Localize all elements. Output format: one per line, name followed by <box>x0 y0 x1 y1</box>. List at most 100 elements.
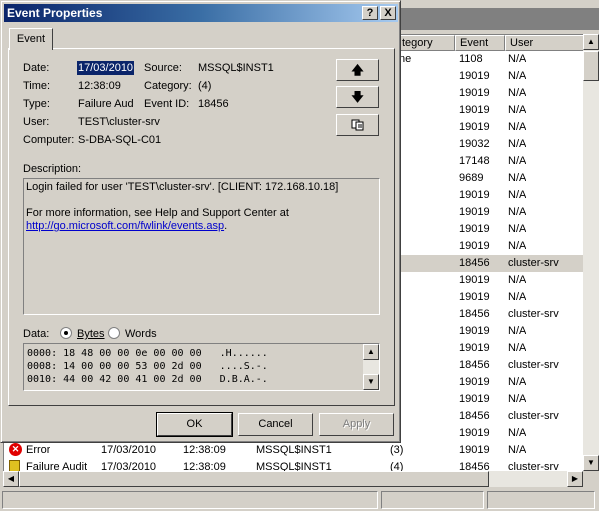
cell-user: N/A <box>508 376 527 388</box>
cell-user: N/A <box>508 53 527 65</box>
cell-event: 19019 <box>459 223 490 235</box>
cell-user: cluster-srv <box>508 359 559 371</box>
hex-scroll-down-icon[interactable]: ▼ <box>363 374 379 390</box>
source-value: MSSQL$INST1 <box>198 62 274 74</box>
event-list-horizontal-scrollbar[interactable]: ◀ ▶ <box>3 471 583 487</box>
cell-event: 19019 <box>459 206 490 218</box>
cell-user: N/A <box>508 342 527 354</box>
cell-time: 12:38:09 <box>183 461 226 471</box>
dialog-titlebar[interactable]: Event Properties ? X <box>4 4 398 22</box>
cell-user: N/A <box>508 104 527 116</box>
previous-event-button[interactable]: 🡅 <box>336 59 379 81</box>
event-list-vertical-scrollbar[interactable]: ▲ ▼ <box>583 34 599 471</box>
type-value: Failure Aud <box>78 98 134 110</box>
cell-user: N/A <box>508 206 527 218</box>
cell-category: (4) <box>390 461 404 471</box>
apply-button[interactable]: Apply <box>319 413 394 436</box>
date-value[interactable]: 17/03/2010 <box>77 61 135 75</box>
words-radio-label[interactable]: Words <box>125 327 157 341</box>
column-header-event[interactable]: Event <box>455 35 505 51</box>
hex-scrollbar[interactable]: ▲ ▼ <box>363 344 379 390</box>
user-label: User: <box>23 116 50 128</box>
cell-user: cluster-srv <box>508 308 559 320</box>
help-icon: ? <box>366 7 374 19</box>
link-suffix: . <box>224 220 228 232</box>
cell-user: N/A <box>508 240 527 252</box>
dialog-title: Event Properties <box>7 6 103 20</box>
hex-scroll-up-icon[interactable]: ▲ <box>363 344 379 360</box>
date-label: Date: <box>23 62 50 74</box>
cell-event: 19019 <box>459 70 490 82</box>
cell-user: N/A <box>508 444 527 456</box>
cell-event: 19019 <box>459 104 490 116</box>
cell-event: 19019 <box>459 87 490 99</box>
source-label: Source: <box>144 62 182 74</box>
data-label: Data: <box>23 328 50 340</box>
cell-event: 19019 <box>459 274 490 286</box>
bytes-radio[interactable] <box>60 327 72 339</box>
table-row[interactable]: Failure Audit 17/03/2010 12:38:09 MSSQL$INS… <box>4 459 583 471</box>
scroll-left-arrow-icon[interactable]: ◀ <box>3 471 19 487</box>
hex-line: 0000: 18 48 00 00 0e 00 00 00 .H...... <box>27 348 268 359</box>
horizontal-scroll-thumb[interactable] <box>19 471 489 487</box>
cell-user: N/A <box>508 70 527 82</box>
cell-type: Failure Audit <box>26 461 88 471</box>
vertical-scroll-thumb[interactable] <box>583 51 599 81</box>
tab-event[interactable]: Event <box>9 28 53 50</box>
cell-event: 18456 <box>459 461 490 471</box>
status-pane-main <box>2 491 378 509</box>
cell-user: N/A <box>508 87 527 99</box>
category-value: (4) <box>198 80 212 92</box>
scroll-right-arrow-icon[interactable]: ▶ <box>567 471 583 487</box>
cancel-button[interactable]: Cancel <box>238 413 313 436</box>
cell-event: 19019 <box>459 376 490 388</box>
category-label: Category: <box>144 80 192 92</box>
close-button[interactable]: X <box>380 6 396 20</box>
status-bar <box>0 489 599 511</box>
cell-user: N/A <box>508 138 527 150</box>
help-link[interactable]: http://go.microsoft.com/fwlink/events.as… <box>26 220 224 232</box>
cell-user: N/A <box>508 189 527 201</box>
data-hex-box[interactable]: 0000: 18 48 00 00 0e 00 00 00 .H...... 0… <box>23 343 380 391</box>
description-line-1: Login failed for user 'TEST\cluster-srv'… <box>26 181 339 193</box>
status-pane-3 <box>487 491 595 509</box>
cell-event: 19019 <box>459 325 490 337</box>
cell-user: N/A <box>508 172 527 184</box>
description-textbox[interactable]: Login failed for user 'TEST\cluster-srv'… <box>23 178 380 315</box>
lock-icon <box>9 460 20 471</box>
words-radio[interactable] <box>108 327 120 339</box>
cell-type: Error <box>26 444 51 456</box>
help-button[interactable]: ? <box>362 6 378 20</box>
cell-event: 19019 <box>459 444 490 456</box>
column-header-user[interactable]: User <box>505 35 583 51</box>
table-row[interactable]: ✕ Error 17/03/2010 12:38:09 MSSQL$INST1 (3) 19… <box>4 442 583 459</box>
cell-event: 19019 <box>459 121 490 133</box>
copy-button[interactable] <box>336 114 379 136</box>
column-header-category[interactable]: tegory <box>397 35 455 51</box>
cell-date: 17/03/2010 <box>101 461 157 471</box>
cell-user: cluster-srv <box>508 461 559 471</box>
cell-event: 18456 <box>459 257 490 269</box>
description-label: Description: <box>23 163 82 175</box>
cell-time: 12:38:09 <box>183 444 226 456</box>
cell-event: 19019 <box>459 393 490 405</box>
scroll-up-arrow-icon[interactable]: ▲ <box>583 34 599 50</box>
cell-user: cluster-srv <box>508 257 559 269</box>
bytes-radio-label[interactable]: Bytes <box>77 327 105 341</box>
user-value: TEST\cluster-srv <box>78 116 160 128</box>
cell-event: 17148 <box>459 155 490 167</box>
event-properties-dialog: Event Properties ? X Event Date: 17/03/2… <box>0 0 401 443</box>
next-event-button[interactable]: 🡇 <box>336 86 379 108</box>
cell-event: 19019 <box>459 189 490 201</box>
cell-event: 19032 <box>459 138 490 150</box>
event-viewer-toolbar-strip <box>400 8 599 30</box>
cell-user: N/A <box>508 427 527 439</box>
cell-user: N/A <box>508 325 527 337</box>
scroll-down-arrow-icon[interactable]: ▼ <box>583 455 599 471</box>
event-id-label: Event ID: <box>144 98 190 110</box>
ok-button[interactable]: OK <box>156 412 233 437</box>
cell-event: 9689 <box>459 172 484 184</box>
cell-source: MSSQL$INST1 <box>256 461 332 471</box>
cell-source: MSSQL$INST1 <box>256 444 332 456</box>
time-value: 12:38:09 <box>78 80 121 92</box>
